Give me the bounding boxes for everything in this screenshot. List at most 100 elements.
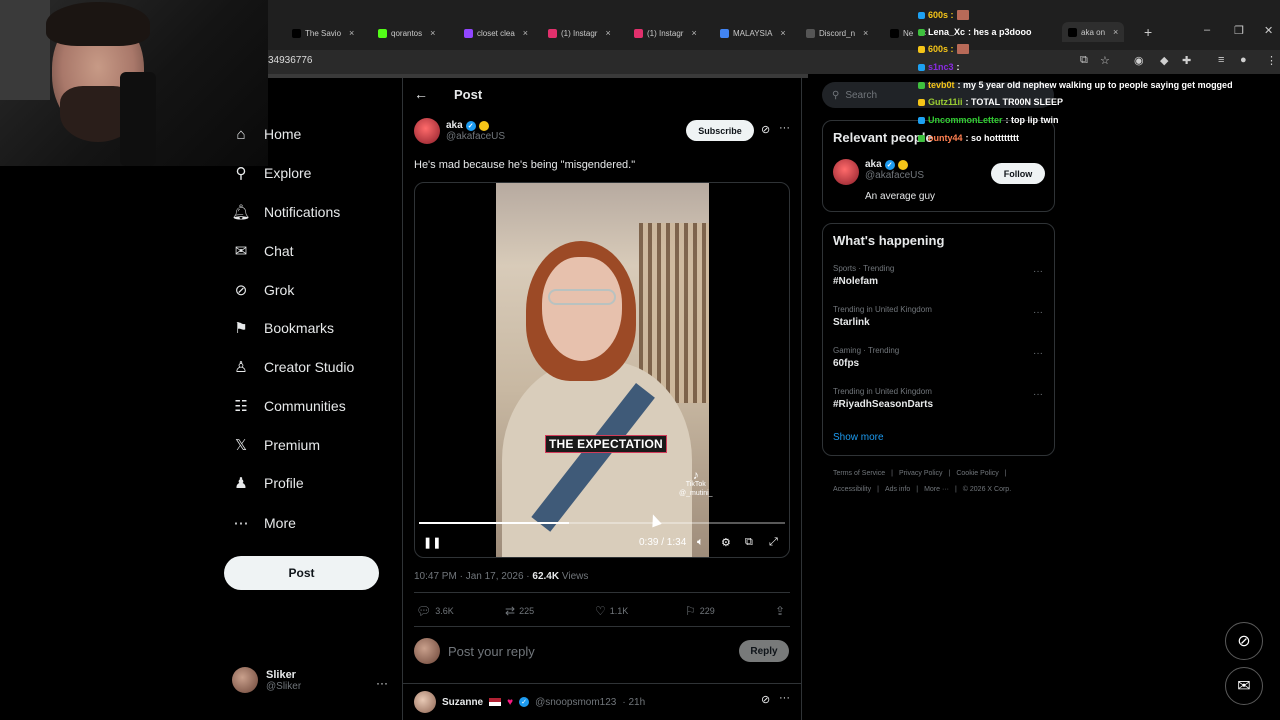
- sidebar-item-explore[interactable]: ⚲ Explore: [232, 160, 312, 186]
- sidebar-item-premium[interactable]: 𝕏 Premium: [232, 432, 320, 458]
- new-tab-button[interactable]: +: [1144, 24, 1152, 40]
- close-icon: ×: [522, 28, 529, 38]
- extension-icon[interactable]: ◆: [1160, 54, 1168, 67]
- person-name[interactable]: aka: [865, 159, 882, 170]
- footer-link[interactable]: Cookie Policy: [956, 470, 998, 477]
- sidebar-item-communities[interactable]: ☷ Communities: [232, 393, 345, 419]
- tab-label: (1) Instagr: [647, 28, 684, 38]
- browser-tab[interactable]: The Savio ×: [292, 24, 354, 42]
- trend-item[interactable]: Sports · Trending #Nolefam: [833, 264, 894, 287]
- post-button[interactable]: Post: [224, 556, 379, 590]
- sidebar-item-label: Notifications: [264, 204, 341, 220]
- browser-menu-icon[interactable]: ⋮: [1266, 54, 1277, 67]
- browser-tab[interactable]: qorantos ×: [378, 24, 435, 42]
- sidebar-item-creator-studio[interactable]: ♙ Creator Studio: [232, 354, 354, 380]
- tab-search-icon[interactable]: ≡: [1218, 54, 1224, 66]
- browser-tab[interactable]: closet clea ×: [464, 24, 528, 42]
- trend-item[interactable]: Trending in United Kingdom Starlink: [833, 305, 932, 328]
- show-more-link[interactable]: Show more: [833, 432, 884, 443]
- like-action[interactable]: ♡ 1.1K: [595, 604, 628, 618]
- sidebar-item-chat[interactable]: ✉ Chat: [232, 238, 294, 264]
- profile-icon: ♟: [234, 475, 248, 492]
- more-circle-icon: ⋯: [233, 515, 249, 532]
- trend-more-icon[interactable]: ···: [1033, 389, 1043, 400]
- sidebar-item-notifications[interactable]: 🔔︎ Notifications: [231, 199, 341, 225]
- reply-author-name[interactable]: Suzanne: [442, 697, 483, 708]
- footer-link[interactable]: Privacy Policy: [899, 470, 943, 477]
- more-options-icon[interactable]: ···: [779, 692, 790, 704]
- back-arrow-icon[interactable]: ←: [414, 86, 428, 102]
- footer-link[interactable]: Ads info: [885, 486, 910, 493]
- footer-link[interactable]: © 2026 X Corp.: [963, 486, 1011, 493]
- browser-tab[interactable]: Discord_n ×: [806, 24, 868, 42]
- trend-item[interactable]: Trending in United Kingdom #RiyadhSeasonD…: [833, 387, 933, 410]
- more-options-icon[interactable]: ···: [779, 122, 790, 134]
- install-icon[interactable]: ⧉: [1080, 54, 1088, 67]
- account-more-icon[interactable]: ···: [376, 676, 388, 690]
- trend-more-icon[interactable]: ···: [1033, 266, 1043, 277]
- grok-fab-icon[interactable]: ⊘: [1225, 622, 1263, 660]
- browser-tab[interactable]: aka on ×: [1062, 22, 1125, 42]
- trend-more-icon[interactable]: ···: [1033, 348, 1043, 359]
- tab-favicon-icon: [890, 28, 899, 38]
- share-action[interactable]: ⇪: [775, 604, 785, 618]
- sidebar-item-bookmarks[interactable]: ⚑ Bookmarks: [232, 315, 334, 341]
- pause-icon[interactable]: ❚❚: [423, 536, 441, 549]
- relevant-person[interactable]: aka ✓ @akafaceUS: [833, 159, 924, 185]
- video-player[interactable]: THE EXPECTATION ♪ TikTok @_mutini_: [414, 182, 790, 558]
- sidebar-item-label: More: [264, 515, 296, 531]
- avatar[interactable]: [414, 691, 436, 713]
- subscribe-button[interactable]: Subscribe: [686, 120, 754, 141]
- author-avatar[interactable]: [414, 118, 440, 144]
- fullscreen-icon[interactable]: ⤢: [769, 536, 778, 549]
- sidebar-item-home[interactable]: ⌂ Home: [232, 121, 301, 147]
- trend-more-icon[interactable]: ···: [1033, 307, 1043, 318]
- profile-icon[interactable]: ●: [1240, 54, 1247, 66]
- sidebar-item-profile[interactable]: ♟ Profile: [232, 470, 303, 496]
- avatar[interactable]: [833, 159, 859, 185]
- extension-icon[interactable]: ◉: [1134, 54, 1144, 67]
- sidebar-item-grok[interactable]: ⊘ Grok: [232, 277, 295, 303]
- address-text[interactable]: 34936776: [268, 55, 313, 66]
- maximize-button[interactable]: ❐: [1234, 24, 1244, 37]
- grok-icon[interactable]: ⊘: [761, 123, 770, 136]
- person-handle[interactable]: @akafaceUS: [865, 170, 924, 181]
- grok-icon[interactable]: ⊘: [761, 693, 770, 706]
- browser-tab[interactable]: (1) Instagr ×: [634, 24, 697, 42]
- reply-author-handle[interactable]: @snoopsmom123: [535, 697, 616, 708]
- puzzle-icon[interactable]: ✚: [1182, 54, 1191, 67]
- footer-link[interactable]: More ···: [924, 486, 949, 493]
- trend-item[interactable]: Gaming · Trending 60fps: [833, 346, 899, 369]
- reply-input[interactable]: [448, 643, 728, 659]
- post-author[interactable]: aka ✓ @akafaceUS: [414, 118, 505, 144]
- video-caption: THE EXPECTATION: [545, 435, 667, 453]
- account-switcher[interactable]: Sliker @Sliker: [232, 667, 301, 693]
- footer-link[interactable]: Terms of Service: [833, 470, 885, 477]
- repost-action[interactable]: ⇄ 225: [505, 604, 534, 618]
- messages-fab-icon[interactable]: ✉: [1225, 667, 1263, 705]
- chat-message: ounty44: so hotttttttt: [918, 133, 1019, 143]
- bookmark-icon: ⚑: [234, 320, 248, 337]
- author-name[interactable]: aka: [446, 120, 463, 131]
- video-progress-bar[interactable]: [419, 522, 785, 524]
- settings-gear-icon[interactable]: ⚙: [721, 536, 731, 549]
- volume-icon[interactable]: 🔈︎: [697, 536, 704, 549]
- list-item[interactable]: Suzanne ♥ ✓ @snoopsmom123 · 21h: [414, 691, 645, 713]
- post-meta: 10:47 PM · Jan 17, 2026 · 62.4K Views: [414, 571, 588, 582]
- follow-button[interactable]: Follow: [991, 163, 1045, 184]
- browser-tab[interactable]: (1) Instagr ×: [548, 24, 611, 42]
- sidebar-item-more[interactable]: ⋯ More: [232, 510, 296, 536]
- footer-link[interactable]: Accessibility: [833, 486, 871, 493]
- author-handle[interactable]: @akafaceUS: [446, 131, 505, 142]
- reply-action[interactable]: 💬︎ 3.6K: [416, 604, 454, 618]
- picture-in-picture-icon[interactable]: ⧉: [745, 536, 753, 549]
- minimize-button[interactable]: –: [1204, 24, 1210, 36]
- chat-username: Gutz11ii: [928, 97, 963, 107]
- browser-tab[interactable]: MALAYSIA ×: [720, 24, 786, 42]
- bookmark-action[interactable]: ⚐ 229: [685, 604, 715, 618]
- chat-message: 600s :: [918, 10, 969, 20]
- communities-icon: ☷: [234, 398, 248, 415]
- reply-button[interactable]: Reply: [739, 640, 789, 662]
- close-window-button[interactable]: ✕: [1264, 24, 1273, 37]
- star-icon[interactable]: ☆: [1100, 54, 1110, 67]
